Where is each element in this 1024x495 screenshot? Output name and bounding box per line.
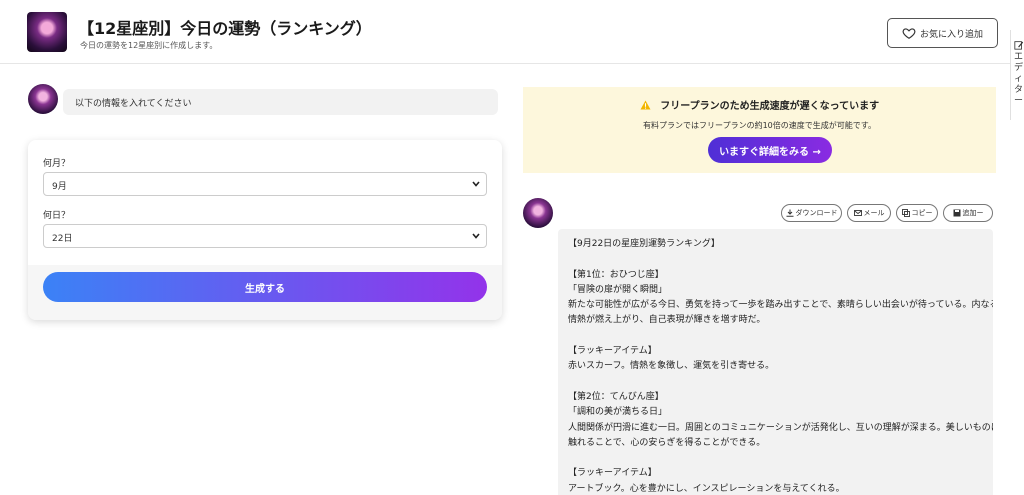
result-line: 赤いスカーフ。情熱を象徴し、運気を引き寄せる。 — [568, 361, 775, 372]
result-line: 「調和の美が満ちる日」 — [568, 407, 668, 418]
add-favorite-button[interactable]: お気に入り追加 — [887, 18, 998, 48]
result-line: 触れることで、心の安らぎを得ることができる。 — [568, 437, 766, 448]
app-icon — [27, 12, 67, 52]
page-subtitle: 今日の運勢を12星座別に作成します。 — [80, 41, 218, 50]
result-line: 「冒険の扉が開く瞬間」 — [568, 284, 668, 295]
notice-title-text: フリープランのため生成速度が遅くなっています — [660, 101, 880, 112]
month-select[interactable]: 9月 — [43, 172, 487, 196]
result-line — [568, 451, 983, 466]
result-line: アートブック。心を豊かにし、インスピレーションを与えてくれる。 — [568, 483, 845, 494]
editor-label: エディター — [1014, 52, 1024, 106]
chevron-down-icon — [472, 233, 480, 239]
app-header: 【12星座別】今日の運勢（ランキング） 今日の運勢を12星座別に作成します。 お… — [0, 0, 1010, 64]
edit-icon — [1014, 41, 1024, 50]
result-line — [568, 329, 983, 344]
free-plan-notice: フリープランのため生成速度が遅くなっています 有料プランではフリープランの約10… — [523, 87, 996, 173]
add-favorite-label: お気に入り追加 — [919, 29, 983, 40]
copy-button[interactable]: コピー — [896, 204, 938, 222]
result-line: 情熱が燃え上がり、自己表現が輝きを増す時だ。 — [568, 315, 766, 326]
add-label: 追加ー — [962, 209, 984, 217]
result-line: 【ラッキーアイテム】 — [568, 468, 657, 479]
add-button[interactable]: 追加ー — [943, 204, 993, 222]
day-select-value: 22日 — [52, 234, 73, 244]
notice-text: 有料プランではフリープランの約10倍の速度で生成が可能です。 — [643, 121, 876, 130]
result-line: 【ラッキーアイテム】 — [568, 346, 657, 357]
chevron-down-icon — [472, 181, 480, 187]
input-form-card: 何月？ 9月 何日？ 22日 生成する — [28, 140, 502, 320]
mail-icon — [853, 210, 862, 216]
heart-icon — [902, 28, 916, 39]
result-line — [568, 252, 983, 267]
page-title: 【12星座別】今日の運勢（ランキング） — [78, 19, 372, 38]
editor-side-tab[interactable]: エディター — [1010, 30, 1024, 120]
see-details-button[interactable]: いますぐ詳細をみる → — [708, 137, 832, 163]
month-select-value: 9月 — [52, 182, 67, 192]
day-select[interactable]: 22日 — [43, 224, 487, 248]
download-label: ダウンロード — [795, 209, 838, 217]
result-line: 新たな可能性が広がる今日、勇気を持って一歩を踏み出すことで、素晴らしい出会いが待… — [568, 300, 993, 311]
avatar — [28, 84, 58, 114]
result-output: 【9月22日の星座別運勢ランキング】 【第1位：おひつじ座】 「冒険の扉が開く瞬間」… — [558, 229, 993, 495]
mail-button[interactable]: メール — [847, 204, 891, 222]
notice-title: フリープランのため生成速度が遅くなっています — [523, 97, 996, 112]
result-line: 【第1位：おひつじ座】 — [568, 269, 664, 280]
day-label: 何日？ — [43, 211, 71, 221]
copy-icon — [901, 209, 910, 217]
result-line: 人間関係が円滑に進む一日。周囲とのコミュニケーションが活発化し、互いの理解が深ま… — [568, 422, 993, 433]
generate-button[interactable]: 生成する — [43, 272, 487, 302]
prompt-bubble: 以下の情報を入れてください — [63, 89, 498, 115]
warning-icon — [640, 100, 651, 110]
result-line — [568, 375, 983, 390]
save-icon — [953, 209, 960, 217]
mail-label: メール — [863, 209, 885, 217]
copy-label: コピー — [911, 209, 933, 217]
result-line: 【9月22日の星座別運勢ランキング】 — [568, 239, 720, 249]
month-label: 何月？ — [43, 159, 71, 169]
download-icon — [786, 209, 793, 217]
avatar — [523, 198, 553, 228]
result-line: 【第2位：てんびん座】 — [568, 391, 664, 402]
download-button[interactable]: ダウンロード — [781, 204, 842, 222]
